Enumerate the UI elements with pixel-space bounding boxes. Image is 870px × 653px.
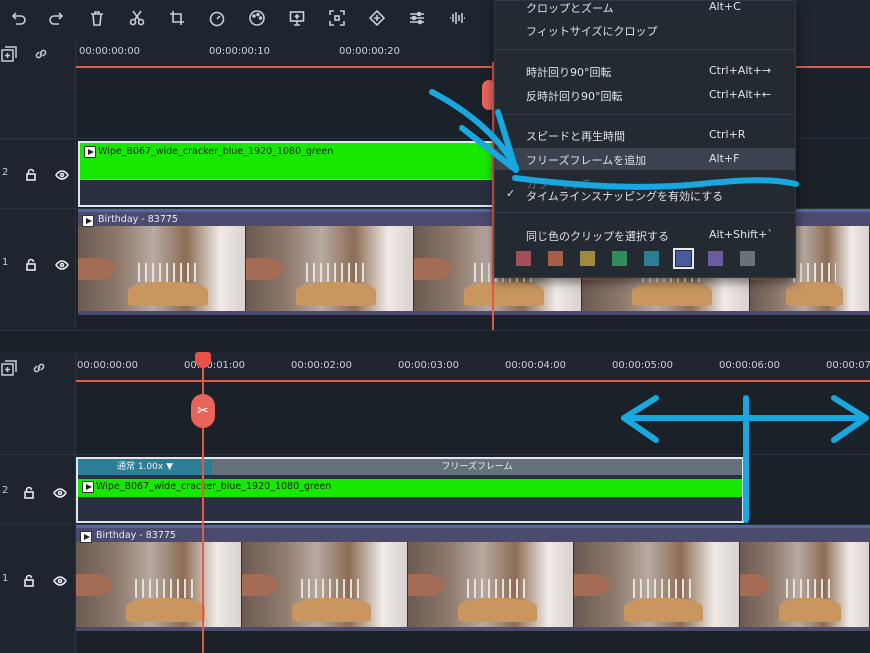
export-frame-icon[interactable] <box>287 9 307 29</box>
lock-icon[interactable] <box>22 573 36 587</box>
track-number: 2 <box>2 485 9 496</box>
ruler-label: 00:00:00:00 <box>79 46 141 57</box>
checkmark-icon: ✓ <box>506 187 516 200</box>
lock-icon[interactable] <box>22 485 36 499</box>
video-thumbnail <box>574 542 740 627</box>
video-thumbnail <box>246 226 414 311</box>
track-row-1: 1 Birthday - 83775 <box>0 524 870 634</box>
redo-icon[interactable] <box>47 9 67 29</box>
link-icon[interactable] <box>33 46 49 62</box>
speed-icon[interactable] <box>207 9 227 29</box>
video-thumbnail <box>408 542 574 627</box>
green-screen-clip[interactable]: Wipe_B067_wide_cracker_blue_1920_1080_gr… <box>78 141 498 207</box>
lock-icon[interactable] <box>24 257 38 271</box>
menu-separator <box>495 49 795 50</box>
play-icon <box>80 531 92 543</box>
eye-icon[interactable] <box>55 257 69 271</box>
crop-icon[interactable] <box>167 9 187 29</box>
menu-separator <box>495 212 795 213</box>
video-editor-window: 00:00:00:00 00:00:00:10 00:00:00:20 2 Wi… <box>0 0 870 653</box>
ruler-label: 00:00:07: <box>826 360 870 371</box>
keyframe-icon[interactable] <box>367 9 387 29</box>
ruler-label: 00:00:00:10 <box>209 46 271 57</box>
menu-item-crop-fit[interactable]: フィットサイズにクロップ <box>495 19 795 41</box>
thumbnail-strip <box>76 542 870 627</box>
video-clip-birthday[interactable]: Birthday - 83775 <box>76 525 870 631</box>
audio-wave-icon[interactable] <box>447 9 467 29</box>
freeze-frame-segment[interactable]: フリーズフレーム <box>212 459 742 475</box>
speed-bar[interactable]: 通常 1.00x ▼ フリーズフレーム <box>78 459 742 475</box>
color-swatch[interactable] <box>740 251 755 266</box>
play-icon <box>82 215 94 227</box>
eye-icon[interactable] <box>53 485 67 499</box>
ruler-label: 00:00:00:00 <box>77 360 139 371</box>
clip-audio-strip <box>80 179 496 205</box>
menu-item-rotate-ccw[interactable]: 反時計回り90°回転 Ctrl+Alt+← <box>495 84 795 106</box>
ruler-label: 00:00:02:00 <box>291 360 353 371</box>
ruler-label: 00:00:00:20 <box>339 46 401 57</box>
video-thumbnail <box>76 542 242 627</box>
fit-icon[interactable] <box>327 9 347 29</box>
track-number: 2 <box>2 167 9 178</box>
green-screen-clip[interactable]: 通常 1.00x ▼ フリーズフレーム Wipe_B067_wide_crack… <box>76 457 744 523</box>
ruler-line <box>76 380 870 382</box>
color-swatch[interactable] <box>644 251 659 266</box>
ruler-label: 00:00:01:00 <box>184 360 246 371</box>
track-number: 1 <box>2 573 9 584</box>
menu-item-snapping[interactable]: ✓ タイムラインスナッピングを有効にする <box>495 184 795 206</box>
ruler-label: 00:00:04:00 <box>505 360 567 371</box>
ruler-label: 00:00:05:00 <box>612 360 674 371</box>
clip-label: Wipe_B067_wide_cracker_blue_1920_1080_gr… <box>98 146 334 157</box>
menu-item-add-freeze-frame[interactable]: フリーズフレームを追加 Alt+F <box>495 148 795 170</box>
eye-icon[interactable] <box>55 167 69 181</box>
panel-divider <box>0 330 870 352</box>
add-track-icon[interactable] <box>1 360 17 376</box>
track-row-2: 2 通常 1.00x ▼ フリーズフレーム Wipe_B067_wide_cra… <box>0 454 870 524</box>
green-clip-body: Wipe_B067_wide_cracker_blue_1920_1080_gr… <box>78 479 742 497</box>
color-swatch[interactable] <box>708 251 723 266</box>
timeline-panel-bottom: 00:00:00:00 00:00:01:00 00:00:02:00 00:0… <box>0 352 870 653</box>
menu-separator <box>495 114 795 115</box>
eye-icon[interactable] <box>53 573 67 587</box>
clip-label: Birthday - 83775 <box>96 530 176 541</box>
ruler-label: 00:00:03:00 <box>398 360 460 371</box>
link-icon[interactable] <box>31 360 47 376</box>
scissors-icon[interactable] <box>127 9 147 29</box>
add-track-icon[interactable] <box>1 46 17 62</box>
ruler-label: 00:00:06:00 <box>719 360 781 371</box>
video-thumbnail <box>242 542 408 627</box>
trash-icon[interactable] <box>87 9 107 29</box>
context-menu: クロップとズーム Alt+C フィットサイズにクロップ 時計回り90°回転 Ctrl… <box>494 0 796 278</box>
menu-item-select-same-color[interactable]: 同じ色のクリップを選択する Alt+Shift+` <box>495 224 795 246</box>
palette-icon[interactable] <box>247 9 267 29</box>
color-swatch-selected[interactable] <box>673 248 694 269</box>
menu-item-crop-zoom[interactable]: クロップとズーム Alt+C <box>495 0 795 18</box>
play-icon <box>82 481 94 493</box>
color-swatch[interactable] <box>580 251 595 266</box>
menu-item-rotate-cw[interactable]: 時計回り90°回転 Ctrl+Alt+→ <box>495 60 795 82</box>
clip-label: Wipe_B067_wide_cracker_blue_1920_1080_gr… <box>96 481 332 492</box>
menu-item-speed-duration[interactable]: スピードと再生時間 Ctrl+R <box>495 124 795 146</box>
lock-icon[interactable] <box>24 167 38 181</box>
play-icon <box>84 146 96 158</box>
split-button[interactable]: ✂ <box>191 394 215 428</box>
undo-icon[interactable] <box>8 9 28 29</box>
color-swatch[interactable] <box>516 251 531 266</box>
adjust-icon[interactable] <box>407 9 427 29</box>
track-number: 1 <box>2 257 9 268</box>
speed-dropdown[interactable]: 通常 1.00x ▼ <box>78 459 212 475</box>
video-thumbnail <box>740 542 870 627</box>
video-thumbnail <box>78 226 246 311</box>
color-swatch[interactable] <box>548 251 563 266</box>
color-swatch[interactable] <box>612 251 627 266</box>
clip-label: Birthday - 83775 <box>98 214 178 225</box>
